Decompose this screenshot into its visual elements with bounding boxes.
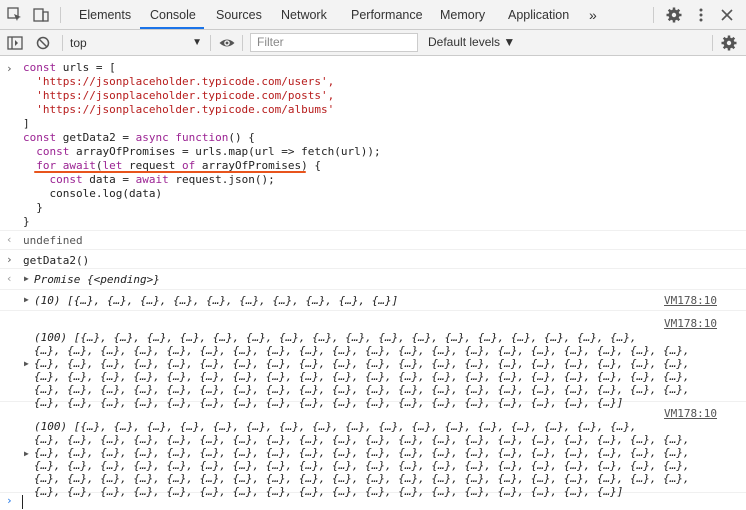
array-preview-line[interactable]: {…}, {…}, {…}, {…}, {…}, {…}, {…}, {…}, …	[34, 357, 690, 371]
chevron-down-icon: ▼	[192, 37, 202, 48]
code-line: const data = await request.json();	[49, 173, 275, 186]
array-preview-line[interactable]: {…}, {…}, {…}, {…}, {…}, {…}, {…}, {…}, …	[34, 370, 690, 384]
toolbar-separator	[62, 35, 63, 51]
toolbar-separator	[242, 35, 243, 51]
inspect-element-icon[interactable]	[6, 6, 24, 24]
tab-performance[interactable]: Performance	[351, 0, 423, 29]
source-link[interactable]: VM178:10	[664, 294, 717, 307]
input-chevron-icon: ›	[6, 62, 13, 75]
sidebar-toggle-icon[interactable]	[6, 34, 24, 52]
console-messages: › const urls = [ 'https://jsonplaceholde…	[0, 56, 746, 510]
context-selector-value: top	[70, 36, 87, 50]
code-line: const arrayOfPromises = urls.map(url => …	[36, 145, 381, 158]
console-log-entry: VM178:10 ▶ (100) [{…}, {…}, {…}, {…}, {……	[0, 403, 746, 498]
tab-separator	[653, 7, 654, 23]
live-expression-eye-icon[interactable]	[218, 34, 236, 52]
log-levels-dropdown[interactable]: Default levels ▼	[428, 35, 515, 49]
console-settings-gear-icon[interactable]	[720, 34, 738, 52]
code-line: const urls = [	[23, 61, 116, 74]
expand-triangle-icon[interactable]: ▶	[24, 274, 29, 283]
code-line: 'https://jsonplaceholder.typicode.com/al…	[23, 103, 335, 116]
array-preview-line[interactable]: (100) [{…}, {…}, {…}, {…}, {…}, {…}, {…}…	[34, 331, 637, 345]
console-result-entry: ‹ ▶ Promise {<pending>}	[0, 270, 746, 290]
context-selector[interactable]: top ▼	[70, 34, 204, 52]
array-preview-line[interactable]: {…}, {…}, {…}, {…}, {…}, {…}, {…}, {…}, …	[34, 459, 690, 473]
array-preview[interactable]: (10) [{…}, {…}, {…}, {…}, {…}, {…}, {…},…	[34, 294, 398, 308]
console-log-entry: VM178:10 ▶ (100) [{…}, {…}, {…}, {…}, {……	[0, 312, 746, 409]
tab-sources[interactable]: Sources	[216, 0, 262, 29]
result-arrow-icon: ‹	[6, 233, 13, 246]
console-toolbar: top ▼ Filter Default levels ▼	[0, 30, 746, 56]
input-chevron-icon: ›	[6, 253, 13, 266]
console-input-entry: › getData2()	[0, 251, 746, 269]
console-input-entry: › const urls = [ 'https://jsonplaceholde…	[0, 56, 746, 231]
close-icon[interactable]	[718, 6, 736, 24]
expand-triangle-icon[interactable]: ▶	[24, 295, 29, 304]
result-value: undefined	[23, 234, 83, 247]
expand-triangle-icon[interactable]: ▶	[24, 359, 29, 368]
code-line: 'https://jsonplaceholder.typicode.com/po…	[23, 89, 335, 102]
array-preview-line[interactable]: (100) [{…}, {…}, {…}, {…}, {…}, {…}, {…}…	[34, 420, 637, 434]
filter-input[interactable]: Filter	[250, 33, 418, 52]
result-arrow-icon: ‹	[6, 272, 13, 285]
expand-triangle-icon[interactable]: ▶	[24, 449, 29, 458]
array-preview-line[interactable]: {…}, {…}, {…}, {…}, {…}, {…}, {…}, {…}, …	[34, 472, 690, 486]
prompt-chevron-icon: ›	[6, 494, 13, 507]
devtools-tab-bar: Elements Console Sources Network Perform…	[0, 0, 746, 30]
customize-menu-icon[interactable]	[692, 6, 710, 24]
text-cursor	[22, 495, 23, 509]
tab-memory[interactable]: Memory	[440, 0, 485, 29]
console-result-entry: ‹ undefined	[0, 232, 746, 250]
toolbar-separator	[712, 35, 713, 51]
device-toolbar-icon[interactable]	[32, 6, 50, 24]
tab-network[interactable]: Network	[281, 0, 327, 29]
code-line: console.log(data)	[23, 187, 163, 200]
tab-separator	[60, 7, 61, 23]
array-preview-line[interactable]: {…}, {…}, {…}, {…}, {…}, {…}, {…}, {…}, …	[34, 344, 690, 358]
promise-value[interactable]: Promise {<pending>}	[34, 273, 160, 287]
source-link[interactable]: VM178:10	[664, 317, 717, 330]
source-link[interactable]: VM178:10	[664, 407, 717, 420]
code-text: urls = [	[62, 61, 116, 74]
code-line: const getData2 = async function() {	[23, 131, 255, 144]
settings-gear-icon[interactable]	[665, 6, 683, 24]
tab-elements[interactable]: Elements	[79, 0, 131, 29]
code-line: getData2()	[23, 254, 90, 267]
array-preview-line[interactable]: {…}, {…}, {…}, {…}, {…}, {…}, {…}, {…}, …	[34, 433, 690, 447]
toolbar-separator	[210, 35, 211, 51]
array-preview-line[interactable]: {…}, {…}, {…}, {…}, {…}, {…}, {…}, {…}, …	[34, 383, 690, 397]
clear-console-icon[interactable]	[34, 34, 52, 52]
console-log-entry: ▶ (10) [{…}, {…}, {…}, {…}, {…}, {…}, {……	[0, 291, 746, 311]
array-preview-line[interactable]: {…}, {…}, {…}, {…}, {…}, {…}, {…}, {…}, …	[34, 446, 690, 460]
code-line: }	[23, 201, 43, 214]
code-line: ]	[23, 117, 30, 130]
code-line: }	[23, 215, 30, 228]
tab-console[interactable]: Console	[150, 0, 196, 29]
tab-application[interactable]: Application	[508, 0, 569, 29]
code-line: 'https://jsonplaceholder.typicode.com/us…	[23, 75, 335, 88]
more-tabs-button[interactable]: »	[589, 0, 597, 29]
console-prompt[interactable]: ›	[0, 494, 746, 510]
active-tab-indicator	[140, 27, 204, 29]
